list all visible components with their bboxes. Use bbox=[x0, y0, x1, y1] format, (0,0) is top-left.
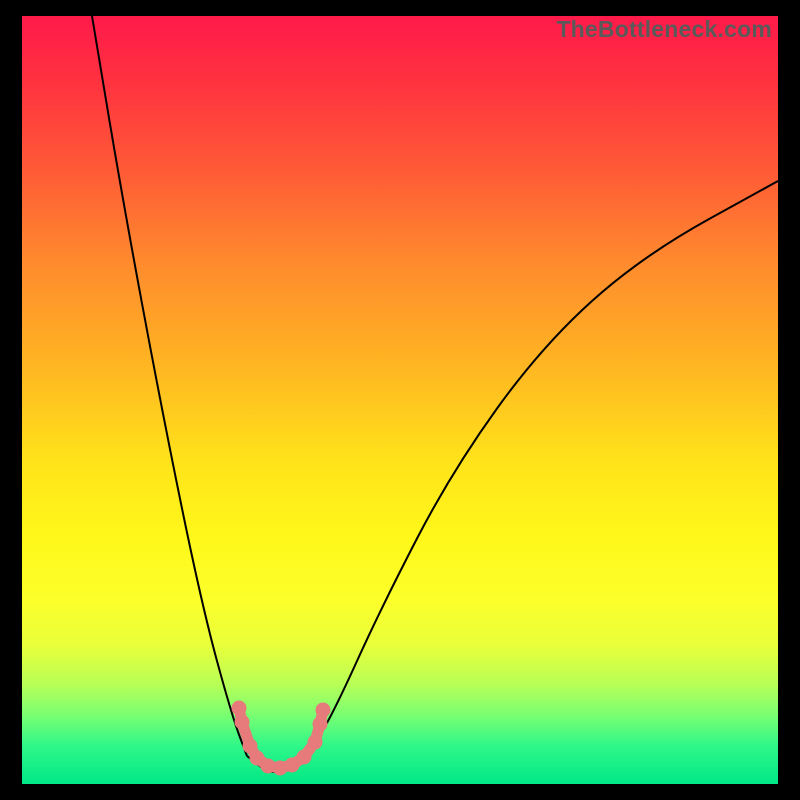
bottleneck-curve bbox=[22, 16, 778, 784]
marker-dot bbox=[232, 701, 247, 716]
marker-dot bbox=[313, 717, 328, 732]
marker-dot bbox=[297, 750, 312, 765]
marker-dot bbox=[316, 703, 331, 718]
chart-frame: TheBottleneck.com bbox=[22, 16, 778, 784]
marker-dot bbox=[308, 735, 323, 750]
marker-dot bbox=[235, 715, 250, 730]
curve-left-branch bbox=[92, 16, 247, 756]
curve-right-branch bbox=[307, 181, 778, 756]
